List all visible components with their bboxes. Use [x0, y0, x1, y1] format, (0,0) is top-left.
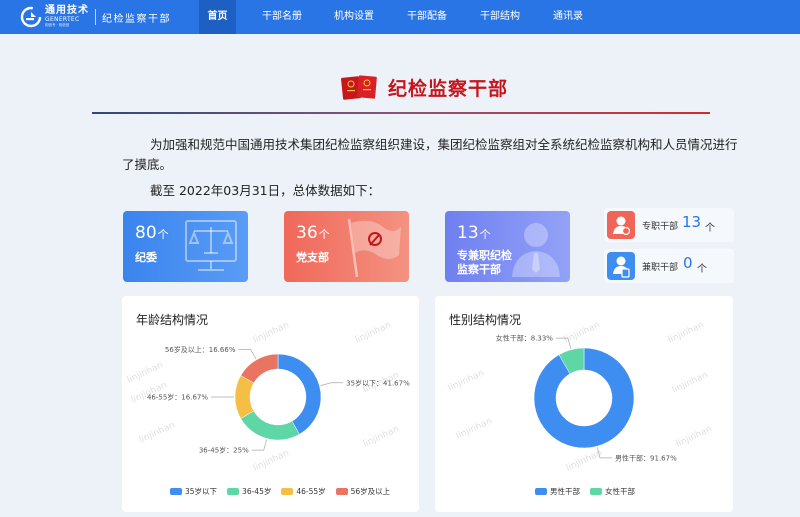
legend-item[interactable]: 女性干部	[590, 486, 635, 497]
top-nav: 通用技术 GENERTEC 相信专 · 相信信 纪检监察干部 首页 干部名册 机…	[0, 0, 800, 34]
party-books-icon	[340, 75, 377, 100]
stat-number: 36	[296, 223, 318, 243]
mini-stat-parttime[interactable]: 兼职干部 0 个	[604, 249, 734, 283]
mini-stat-unit: 个	[705, 223, 715, 234]
party-flag-icon	[347, 218, 401, 278]
age-structure-panel: 年龄结构情况 linjinhan linjinhan linjinhan lin…	[122, 296, 419, 512]
intro-text: 为加强和规范中国通用技术集团纪检监察组织建设，集团纪检监察组对全系统纪检监察机构…	[122, 137, 738, 172]
slice-label: 35岁以下：41.67%	[346, 378, 410, 387]
slice-leader-line	[320, 382, 344, 386]
mini-stat-number: 0	[683, 254, 693, 272]
legend-swatch	[335, 488, 348, 495]
slice-label: 56岁及以上：16.66%	[165, 345, 236, 354]
legend-label: 36-45岁	[242, 487, 272, 496]
person-icon	[512, 223, 560, 277]
stat-number: 13	[457, 223, 479, 243]
legend-swatch	[227, 488, 240, 495]
as-of-text: 截至 2022年03月31日，总体数据如下：	[150, 183, 381, 198]
nav-org-setup[interactable]: 机构设置	[328, 0, 380, 34]
mini-stat-number: 13	[682, 213, 702, 231]
stat-card-party-branch[interactable]: 36个 党支部	[284, 211, 409, 282]
parttime-cadre-icon	[607, 252, 635, 280]
legend-swatch	[535, 488, 547, 495]
slice-label: 女性干部：8.33%	[496, 334, 554, 343]
legend-swatch	[590, 488, 602, 495]
gender-donut-chart[interactable]: 男性干部：91.67% 女性干部：8.33%	[435, 296, 733, 512]
title-divider	[92, 112, 710, 114]
logo-divider	[95, 9, 96, 25]
legend-item[interactable]: 56岁及以上	[335, 486, 391, 497]
stat-value: 36个	[296, 223, 330, 243]
slice-label: 男性干部：91.67%	[615, 453, 677, 462]
legend-swatch	[170, 488, 182, 495]
stat-card-discipline-committee[interactable]: 80个 纪委	[123, 211, 248, 282]
logo-text: 通用技术 GENERTEC 相信专 · 相信信	[45, 6, 89, 28]
legend-label: 56岁及以上	[350, 487, 391, 496]
stat-card-discipline-cadres[interactable]: 13个 专兼职纪检 监察干部	[445, 211, 570, 282]
legend-label: 男性干部	[550, 487, 580, 496]
legend-label: 女性干部	[605, 487, 635, 496]
nav-cadre-allocation[interactable]: 干部配备	[401, 0, 453, 34]
legend-swatch	[281, 488, 294, 495]
donut-slice[interactable]	[277, 353, 322, 435]
mini-stat-fulltime[interactable]: 专职干部 13 个	[604, 208, 734, 242]
stat-number: 80	[135, 223, 157, 243]
stat-unit: 个	[157, 228, 169, 241]
slice-leader-line	[596, 447, 613, 459]
scales-icon	[185, 220, 237, 271]
genertec-logo-icon	[20, 6, 42, 28]
legend-item[interactable]: 35岁以下	[170, 486, 217, 497]
stat-value: 13个	[457, 223, 491, 243]
stat-value: 80个	[135, 223, 169, 243]
slice-label: 46-55岁：16.67%	[147, 392, 208, 401]
legend-item[interactable]: 男性干部	[535, 486, 580, 497]
donut-slice[interactable]	[240, 353, 279, 384]
legend-label: 35岁以下	[185, 487, 218, 496]
stat-label: 纪委	[135, 251, 157, 264]
mini-stat-label: 专职干部	[642, 222, 679, 232]
legend-label: 46-55岁	[296, 487, 326, 496]
page-header: 纪检监察干部	[0, 68, 800, 104]
legend-item[interactable]: 46-55岁	[281, 486, 326, 497]
genertec-logo[interactable]: 通用技术 GENERTEC 相信专 · 相信信 纪检监察干部	[20, 5, 171, 29]
slice-leader-line	[238, 349, 257, 360]
nav-cadre-structure[interactable]: 干部结构	[474, 0, 526, 34]
stat-unit: 个	[479, 228, 491, 241]
nav-home[interactable]: 首页	[199, 0, 236, 34]
mini-stat-label: 兼职干部	[642, 263, 679, 273]
legend-item[interactable]: 36-45岁	[227, 486, 271, 497]
page-title: 纪检监察干部	[388, 78, 509, 100]
fulltime-cadre-icon	[607, 211, 635, 239]
mini-stat-unit: 个	[697, 264, 707, 275]
age-chart-legend: 35岁以下 36-45岁 46-55岁 56岁及以上	[170, 486, 390, 497]
logo-sub: 相信专 · 相信信	[45, 23, 70, 28]
donut-slice[interactable]	[240, 410, 300, 441]
logo-dept: 纪检监察干部	[102, 13, 171, 25]
stat-unit: 个	[318, 228, 330, 241]
slice-leader-line	[555, 337, 572, 349]
donut-slice[interactable]	[234, 375, 255, 419]
stat-label: 党支部	[296, 251, 329, 264]
nav-directory[interactable]: 通讯录	[547, 0, 589, 34]
age-donut-chart[interactable]: 35岁以下：41.67% 36-45岁：25% 46-55岁：16.67% 56岁及以…	[122, 296, 419, 512]
nav-cadre-roster[interactable]: 干部名册	[256, 0, 308, 34]
gender-chart-legend: 男性干部 女性干部	[535, 486, 635, 497]
slice-leader-line	[251, 439, 267, 451]
gender-structure-panel: 性别结构情况 linjinhan linjinhan linjinhan lin…	[435, 296, 733, 512]
slice-label: 36-45岁：25%	[199, 446, 249, 455]
logo-cn: 通用技术	[45, 5, 89, 17]
